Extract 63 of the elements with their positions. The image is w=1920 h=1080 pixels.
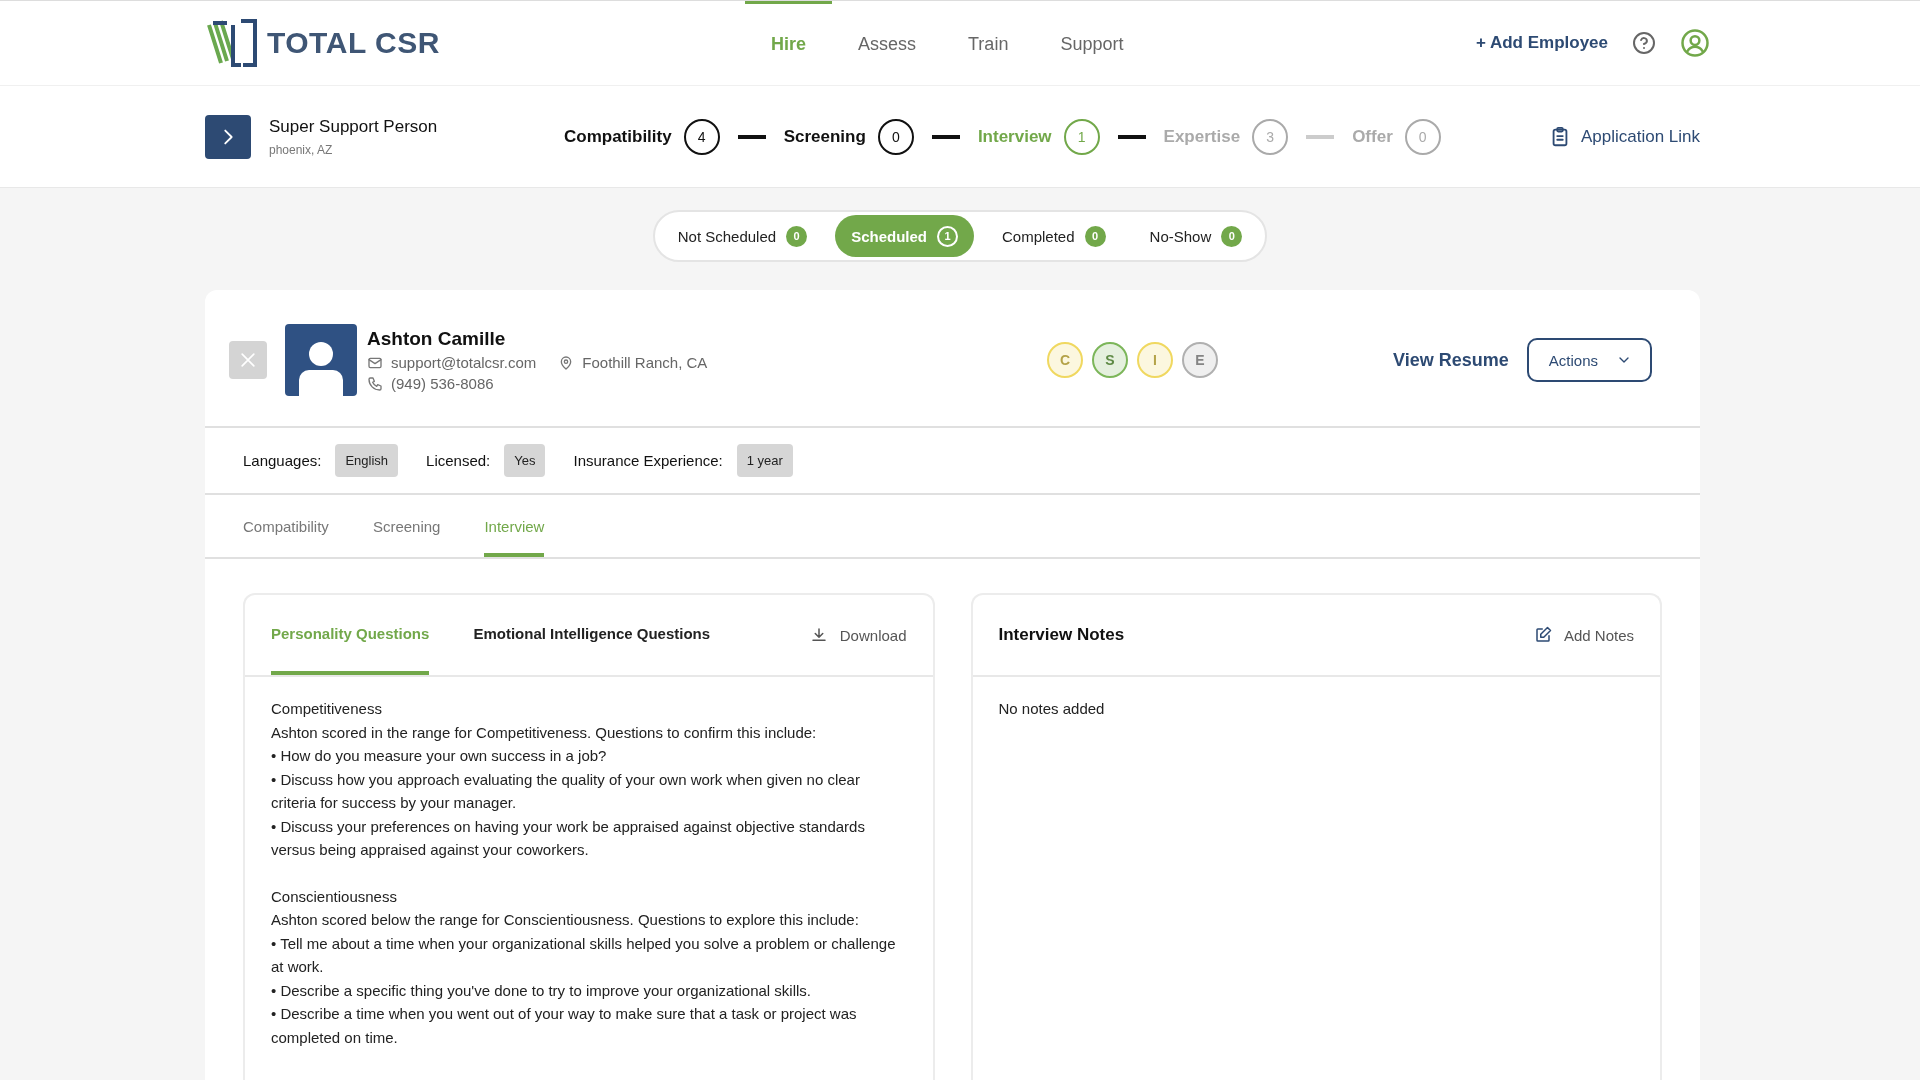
empty-notes-text: No notes added [998, 699, 1106, 719]
score-circle: S [1092, 342, 1128, 378]
application-link[interactable]: Application Link [1548, 125, 1700, 148]
view-resume-link[interactable]: View Resume [1393, 349, 1509, 371]
question-text: • Tell me about a time when your organizational skills helped you solve a problem or challenge at work. [271, 933, 897, 977]
pipeline-step-label[interactable]: Screening [783, 126, 866, 147]
add-notes-link[interactable]: Add Notes [1533, 595, 1634, 675]
actions-dropdown[interactable]: Actions [1526, 338, 1652, 382]
score-circle: C [1047, 342, 1083, 378]
question-text: • Describe a specific thing you've done to try to improve your organizational skills. [271, 980, 813, 1001]
close-icon [238, 350, 258, 370]
expand-button[interactable] [205, 114, 251, 159]
count-badge: 1 [937, 225, 958, 247]
job-title: Super Support Person [269, 116, 439, 137]
section-tab[interactable]: Screening [372, 495, 441, 557]
notes-title: Interview Notes [998, 625, 1125, 645]
count-badge: 0 [786, 225, 808, 247]
candidate-location: Foothill Ranch, CA [582, 354, 708, 371]
count-badge: 0 [1221, 225, 1243, 247]
pipeline-step-count: 4 [683, 118, 720, 155]
nav-tab[interactable]: Train [942, 1, 1035, 85]
section-tab[interactable]: Compatibility [243, 495, 329, 557]
section-heading: Competitiveness [271, 699, 383, 719]
attribute-chip: English [335, 444, 399, 477]
question-text: • Describe a time when you went out of your way to make sure that a task or project was completed on time. [271, 1004, 858, 1048]
pipeline-step-count: 0 [1404, 118, 1441, 155]
nav-tab[interactable]: Support [1034, 1, 1150, 85]
candidate-phone: (949) 536-8086 [391, 375, 494, 392]
status-filter-pill[interactable]: Not Scheduled 0 [661, 215, 824, 257]
question-text: • Discuss how you approach evaluating the quality of your own work when given no clear criteria for success by your manager. [271, 769, 861, 813]
attribute-chip: Yes [504, 444, 546, 477]
score-circle: E [1182, 342, 1218, 378]
help-icon[interactable] [1632, 31, 1656, 55]
question-text: • Discuss your preferences on having your work be appraised against objective standards versus being appraised against your coworkers. [271, 816, 866, 860]
candidate-name: Ashton Camille [367, 328, 507, 350]
add-employee-link[interactable]: + Add Employee [1475, 33, 1608, 53]
count-badge: 0 [1084, 225, 1106, 247]
pipeline-step-count: 1 [1063, 118, 1100, 155]
question-text: • How do you measure your own success in a job? [271, 746, 608, 766]
status-filter-pill[interactable]: No-Show 0 [1133, 215, 1259, 257]
avatar-silhouette [285, 324, 357, 396]
job-location: phoenix, AZ [269, 142, 334, 157]
status-filter-pill[interactable]: Completed 0 [986, 215, 1122, 257]
score-circle: I [1137, 342, 1173, 378]
candidate-email: support@totalcsr.com [391, 354, 537, 371]
nav-tab[interactable]: Assess [832, 1, 943, 85]
question-text: Ashton scored in the range for Competitiveness. Questions to confirm this include: [271, 722, 818, 743]
pipeline-step-count: 3 [1252, 118, 1289, 155]
pipeline-step-label[interactable]: Compatibility [564, 126, 672, 147]
download-link[interactable]: Download [809, 595, 907, 675]
attribute-label: Insurance Experience: [573, 452, 723, 469]
phone-icon [367, 375, 383, 392]
question-tab[interactable]: Emotional Intelligence Questions [473, 595, 711, 675]
attribute-label: Languages: [243, 452, 322, 469]
section-heading: Conscientiousness [271, 886, 398, 907]
attribute-label: Licensed: [426, 452, 491, 469]
question-text: Ashton scored below the range for Conscientiousness. Questions to explore this include: [271, 910, 860, 930]
logo-text: TOTAL CSR [267, 26, 440, 60]
attribute-chip: 1 year [736, 444, 793, 477]
edit-icon [1533, 626, 1552, 644]
pipeline-step-count: 0 [877, 118, 914, 155]
download-icon [809, 626, 828, 644]
user-avatar-icon[interactable] [1680, 28, 1710, 58]
